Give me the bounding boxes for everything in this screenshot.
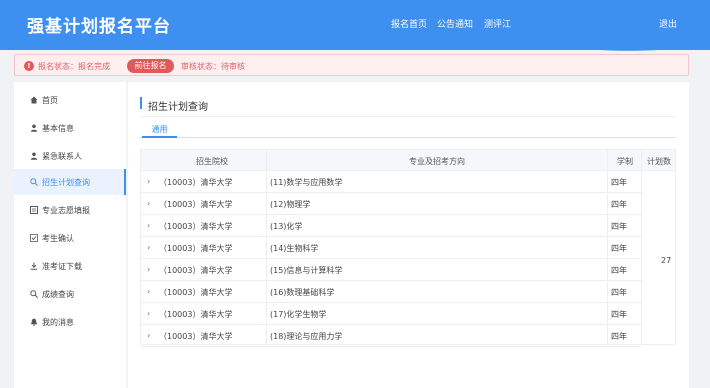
table-header: 招生院校 专业及招考方向 学制 计划数 bbox=[141, 150, 675, 171]
sidebar-item-label: 基本信息 bbox=[42, 124, 74, 133]
duration-cell: 四年 bbox=[611, 178, 627, 187]
warning-icon: ! bbox=[24, 61, 34, 71]
table-row[interactable]: › （10003）清华大学 (17)化学生物学 四年 bbox=[141, 303, 641, 325]
column-divider bbox=[641, 150, 642, 344]
sidebar-item-major-preference[interactable]: 专业志愿填报 bbox=[14, 197, 126, 223]
duration-cell: 四年 bbox=[611, 266, 627, 275]
user-icon bbox=[30, 124, 38, 132]
duration-cell: 四年 bbox=[611, 310, 627, 319]
main-panel: 招生计划查询 通用 招生院校 专业及招考方向 学制 计划数 › （10003）清… bbox=[128, 82, 689, 388]
expand-arrow-icon[interactable]: › bbox=[147, 287, 150, 296]
duration-cell: 四年 bbox=[611, 332, 627, 341]
sidebar-item-label: 考生确认 bbox=[42, 234, 74, 243]
major-cell: (16)数理基础科学 bbox=[270, 288, 335, 297]
column-header-major: 专业及招考方向 bbox=[409, 157, 465, 166]
sidebar-item-label: 首页 bbox=[42, 96, 58, 105]
status-alert: ! 报名状态：报名完成 前往报名 审核状态：待审核 bbox=[14, 54, 689, 76]
duration-cell: 四年 bbox=[611, 222, 627, 231]
sidebar-item-admission-ticket[interactable]: 准考证下载 bbox=[14, 253, 126, 279]
table-row[interactable]: › （10003）清华大学 (15)信息与计算科学 四年 bbox=[141, 259, 641, 281]
sidebar-item-basic-info[interactable]: 基本信息 bbox=[14, 115, 126, 141]
expand-arrow-icon[interactable]: › bbox=[147, 199, 150, 208]
search-icon bbox=[30, 178, 38, 186]
major-cell: (12)物理学 bbox=[270, 200, 311, 209]
school-cell: （10003）清华大学 bbox=[159, 244, 233, 253]
sidebar-item-messages[interactable]: 我的消息 bbox=[14, 309, 126, 335]
nav-home[interactable]: 报名首页 bbox=[391, 17, 427, 30]
sidebar-item-enrollment-plan[interactable]: 招生计划查询 bbox=[14, 169, 126, 195]
registration-status: 报名状态：报名完成 bbox=[38, 62, 110, 71]
major-cell: (13)化学 bbox=[270, 222, 303, 231]
review-status: 审核状态：待审核 bbox=[181, 62, 245, 71]
enrollment-plan-table: 招生院校 专业及招考方向 学制 计划数 › （10003）清华大学 (11)数学… bbox=[140, 149, 676, 347]
table-row[interactable]: › （10003）清华大学 (14)生物科学 四年 bbox=[141, 237, 641, 259]
column-header-plan-count: 计划数 bbox=[647, 157, 671, 166]
sidebar-item-label: 专业志愿填报 bbox=[42, 206, 90, 215]
sidebar-item-label: 准考证下载 bbox=[42, 262, 82, 271]
sidebar-item-home[interactable]: 首页 bbox=[14, 87, 126, 113]
tab-divider bbox=[140, 137, 676, 138]
sidebar-item-label: 紧急联系人 bbox=[42, 152, 82, 161]
major-cell: (18)理论与应用力学 bbox=[270, 332, 343, 341]
search-icon bbox=[30, 290, 38, 298]
table-row[interactable]: › （10003）清华大学 (12)物理学 四年 bbox=[141, 193, 641, 215]
sidebar-item-label: 招生计划查询 bbox=[42, 178, 90, 187]
duration-cell: 四年 bbox=[611, 200, 627, 209]
plan-count-cell: 27 bbox=[661, 256, 672, 265]
school-cell: （10003）清华大学 bbox=[159, 288, 233, 297]
school-cell: （10003）清华大学 bbox=[159, 332, 233, 341]
major-cell: (17)化学生物学 bbox=[270, 310, 327, 319]
school-cell: （10003）清华大学 bbox=[159, 178, 233, 187]
table-row[interactable]: › （10003）清华大学 (16)数理基础科学 四年 bbox=[141, 281, 641, 303]
sidebar-item-score-query[interactable]: 成绩查询 bbox=[14, 281, 126, 307]
expand-arrow-icon[interactable]: › bbox=[147, 243, 150, 252]
expand-arrow-icon[interactable]: › bbox=[147, 331, 150, 340]
column-header-duration: 学制 bbox=[617, 157, 633, 166]
top-header: 强基计划报名平台 报名首页 公告通知 测评江 退出 bbox=[0, 0, 710, 51]
active-indicator bbox=[124, 169, 126, 195]
tab-underline bbox=[142, 136, 177, 138]
home-icon bbox=[30, 96, 38, 104]
page-title: 招生计划查询 bbox=[148, 102, 208, 113]
school-cell: （10003）清华大学 bbox=[159, 222, 233, 231]
divider bbox=[140, 116, 676, 117]
sidebar-item-candidate-confirm[interactable]: 考生确认 bbox=[14, 225, 126, 251]
expand-arrow-icon[interactable]: › bbox=[147, 221, 150, 230]
sidebar: 首页 基本信息 紧急联系人 招生计划查询 专业志愿填报 考生确认 准考证下载 成… bbox=[14, 82, 126, 388]
expand-arrow-icon[interactable]: › bbox=[147, 309, 150, 318]
major-cell: (11)数学与应用数学 bbox=[270, 178, 343, 187]
sidebar-item-emergency-contact[interactable]: 紧急联系人 bbox=[14, 143, 126, 169]
nav-announcements[interactable]: 公告通知 bbox=[437, 17, 473, 30]
major-cell: (15)信息与计算科学 bbox=[270, 266, 343, 275]
check-icon bbox=[30, 234, 38, 242]
table-row[interactable]: › （10003）清华大学 (11)数学与应用数学 四年 bbox=[141, 171, 641, 193]
table-row[interactable]: › （10003）清华大学 (18)理论与应用力学 四年 bbox=[141, 325, 641, 347]
major-cell: (14)生物科学 bbox=[270, 244, 319, 253]
expand-arrow-icon[interactable]: › bbox=[147, 177, 150, 186]
duration-cell: 四年 bbox=[611, 288, 627, 297]
app-title: 强基计划报名平台 bbox=[27, 17, 171, 37]
column-header-school: 招生院校 bbox=[196, 157, 228, 166]
nav-assessment[interactable]: 测评江 bbox=[484, 17, 511, 30]
form-icon bbox=[30, 206, 38, 214]
expand-arrow-icon[interactable]: › bbox=[147, 265, 150, 274]
school-cell: （10003）清华大学 bbox=[159, 310, 233, 319]
duration-cell: 四年 bbox=[611, 244, 627, 253]
download-icon bbox=[30, 262, 38, 270]
sidebar-item-label: 成绩查询 bbox=[42, 290, 74, 299]
school-cell: （10003）清华大学 bbox=[159, 200, 233, 209]
table-row[interactable]: › （10003）清华大学 (13)化学 四年 bbox=[141, 215, 641, 237]
title-accent bbox=[140, 97, 142, 109]
school-cell: （10003）清华大学 bbox=[159, 266, 233, 275]
logout-link[interactable]: 退出 bbox=[659, 17, 677, 30]
bell-icon bbox=[30, 318, 38, 326]
sidebar-item-label: 我的消息 bbox=[42, 318, 74, 327]
contact-icon bbox=[30, 152, 38, 160]
goto-registration-button[interactable]: 前往报名 bbox=[127, 59, 174, 73]
